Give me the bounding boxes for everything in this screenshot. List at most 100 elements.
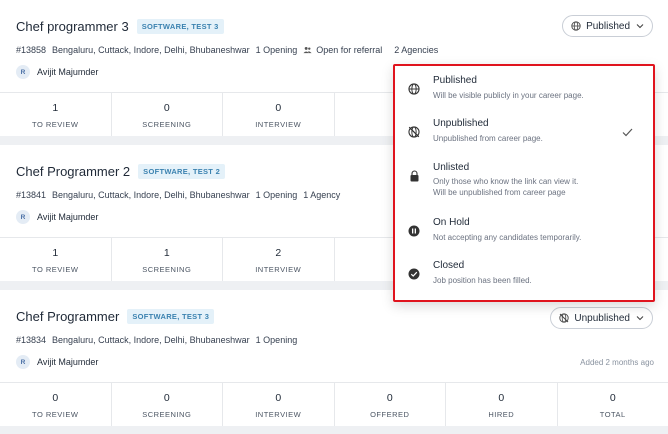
stat-label: TO REVIEW: [32, 410, 79, 419]
stat-screening[interactable]: 0 SCREENING: [112, 93, 223, 136]
job-title[interactable]: Chef Programmer 2: [16, 164, 130, 179]
job-tag: SOFTWARE, TEST 2: [138, 163, 226, 179]
chevron-down-icon: [636, 316, 644, 321]
status-dropdown-button[interactable]: Unpublished: [550, 307, 653, 329]
lock-icon: [410, 170, 418, 182]
stat-label: SCREENING: [142, 265, 192, 274]
status-menu: Published Will be visible publicly in yo…: [393, 64, 655, 302]
stat-label: TOTAL: [599, 410, 626, 419]
job-title[interactable]: Chef programmer 3: [16, 19, 129, 34]
stat-screening[interactable]: 0 SCREENING: [112, 383, 223, 426]
stat-to-review[interactable]: 0 TO REVIEW: [0, 383, 112, 426]
stat-label: SCREENING: [142, 120, 192, 129]
referral-label: Open for referral: [316, 45, 383, 55]
job-openings: 1 Opening: [255, 335, 298, 345]
stat-value: 1: [52, 102, 59, 114]
stat-label: INTERVIEW: [255, 410, 302, 419]
job-agencies: 2 Agencies: [394, 45, 439, 55]
option-desc-line: Will be unpublished from career page: [433, 188, 566, 197]
option-desc: Not accepting any candidates temporarily…: [433, 233, 582, 242]
stat-to-review[interactable]: 1 TO REVIEW: [0, 93, 112, 136]
option-desc: Will be visible publicly in your career …: [433, 91, 584, 100]
job-locations: Bengaluru, Cuttack, Indore, Delhi, Bhuba…: [52, 45, 250, 55]
stat-screening[interactable]: 1 SCREENING: [112, 238, 223, 281]
job-locations: Bengaluru, Cuttack, Indore, Delhi, Bhuba…: [52, 335, 250, 345]
checkmark-icon: [622, 128, 633, 137]
status-label: Unpublished: [574, 312, 630, 324]
option-desc: Job position has been filled.: [433, 276, 532, 285]
stat-label: HIRED: [488, 410, 515, 419]
job-card: Chef Programmer SOFTWARE, TEST 3 #13834 …: [0, 290, 668, 426]
job-meta: #13858 Bengaluru, Cuttack, Indore, Delhi…: [16, 44, 652, 56]
job-owner: R Avijit Majumder Added 2 months ago: [16, 355, 654, 369]
added-time: Added 2 months ago: [580, 357, 654, 367]
job-id: #13858: [16, 45, 47, 55]
people-icon: [303, 46, 312, 54]
job-tag: SOFTWARE, TEST 3: [127, 308, 215, 324]
stat-label: INTERVIEW: [255, 120, 302, 129]
stat-total[interactable]: 0 TOTAL: [558, 383, 668, 426]
stat-label: INTERVIEW: [255, 265, 302, 274]
stat-value: 0: [386, 392, 393, 404]
check-circle-icon: [408, 268, 420, 280]
stat-value: 2: [275, 247, 282, 259]
status-option-published[interactable]: Published Will be visible publicly in yo…: [395, 75, 653, 115]
stat-value: 0: [163, 392, 170, 404]
job-openings: 1 Opening: [255, 190, 298, 200]
stat-to-review[interactable]: 1 TO REVIEW: [0, 238, 112, 281]
option-title: Unlisted: [433, 162, 470, 173]
job-agencies: 1 Agency: [303, 190, 341, 200]
option-desc: Only those who know the link can view it…: [433, 176, 653, 198]
avatar: R: [16, 210, 30, 224]
stat-interview[interactable]: 2 INTERVIEW: [223, 238, 335, 281]
stat-label: OFFERED: [370, 410, 410, 419]
option-desc: Unpublished from career page.: [433, 134, 543, 143]
stat-value: 0: [275, 392, 282, 404]
status-option-unpublished[interactable]: Unpublished Unpublished from career page…: [395, 118, 653, 158]
globe-icon: [571, 21, 581, 31]
avatar: R: [16, 355, 30, 369]
avatar: R: [16, 65, 30, 79]
option-desc-line: Only those who know the link can view it…: [433, 177, 579, 186]
stat-value: 0: [52, 392, 59, 404]
job-tag: SOFTWARE, TEST 3: [136, 18, 224, 34]
status-dropdown-button[interactable]: Published: [562, 15, 653, 37]
pipeline-stats: 0 TO REVIEW 0 SCREENING 0 INTERVIEW 0 OFFERE…: [0, 382, 668, 426]
job-id: #13834: [16, 335, 47, 345]
unpublished-icon: [559, 313, 570, 323]
status-option-closed[interactable]: Closed Job position has been filled.: [395, 260, 653, 300]
job-meta: #13834 Bengaluru, Cuttack, Indore, Delhi…: [16, 334, 652, 346]
stat-value: 1: [52, 247, 59, 259]
job-id: #13841: [16, 190, 47, 200]
job-title[interactable]: Chef Programmer: [16, 309, 119, 324]
job-openings: 1 Opening: [255, 45, 298, 55]
stat-interview[interactable]: 0 INTERVIEW: [223, 93, 335, 136]
job-locations: Bengaluru, Cuttack, Indore, Delhi, Bhuba…: [52, 190, 250, 200]
stat-hired[interactable]: 0 HIRED: [446, 383, 558, 426]
owner-name: Avijit Majumder: [37, 357, 99, 367]
option-title: Published: [433, 75, 477, 86]
status-option-unlisted[interactable]: Unlisted Only those who know the link ca…: [395, 162, 653, 210]
globe-icon: [408, 83, 420, 95]
pause-icon: [408, 225, 420, 237]
owner-name: Avijit Majumder: [37, 212, 99, 222]
stat-label: SCREENING: [142, 410, 192, 419]
stat-offered[interactable]: 0 OFFERED: [335, 383, 446, 426]
stat-value: 0: [163, 102, 170, 114]
stat-value: 0: [275, 102, 282, 114]
status-label: Published: [586, 20, 630, 32]
option-title: Closed: [433, 260, 465, 271]
unpublished-icon: [408, 126, 420, 138]
stat-value: 0: [609, 392, 616, 404]
stat-label: TO REVIEW: [32, 265, 79, 274]
owner-name: Avijit Majumder: [37, 67, 99, 77]
stat-interview[interactable]: 0 INTERVIEW: [223, 383, 335, 426]
stat-label: TO REVIEW: [32, 120, 79, 129]
referral-info: Open for referral: [303, 45, 388, 55]
option-title: Unpublished: [433, 118, 489, 129]
status-option-on-hold[interactable]: On Hold Not accepting any candidates tem…: [395, 217, 653, 257]
option-title: On Hold: [433, 217, 470, 228]
chevron-down-icon: [636, 24, 644, 29]
stat-value: 0: [498, 392, 505, 404]
stat-value: 1: [163, 247, 170, 259]
